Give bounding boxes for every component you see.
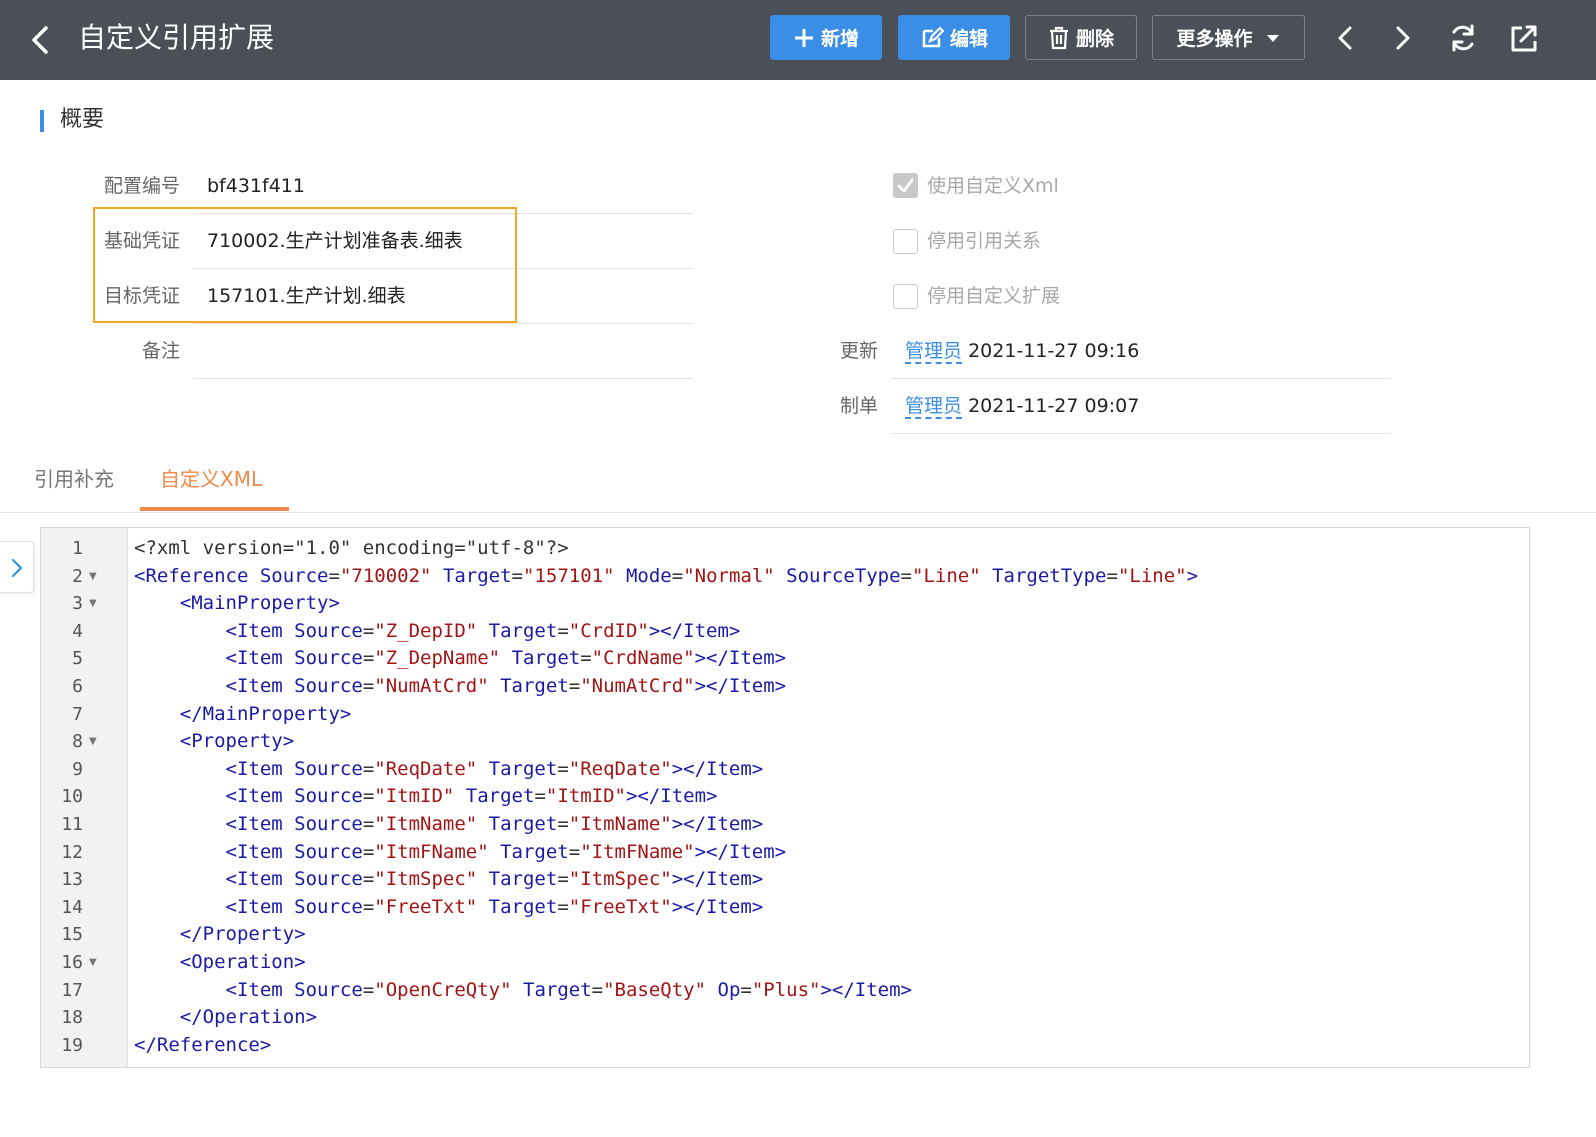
target-voucher-label: 目标凭证 bbox=[103, 285, 180, 307]
page-title: 自定义引用扩展 bbox=[78, 21, 275, 54]
created-user-link[interactable]: 管理员 bbox=[905, 395, 963, 419]
code-content[interactable]: <?xml version="1.0" encoding="utf-8"?> <R… bbox=[134, 535, 1198, 1059]
line-number: 11 bbox=[61, 814, 83, 835]
tab-bar: 引用补充 自定义XML bbox=[0, 455, 1596, 513]
code-line: <Item Source="ItmFName" Target="ItmFName… bbox=[225, 840, 787, 863]
code-line: <Item Source="ItmID" Target="ItmID"></It… bbox=[225, 785, 718, 808]
config-no-label: 配置编号 bbox=[103, 175, 180, 197]
more-actions-button[interactable]: 更多操作 bbox=[1152, 15, 1305, 60]
back-arrow-icon[interactable] bbox=[28, 22, 54, 58]
code-line: <Operation> bbox=[179, 950, 306, 973]
top-bar: 自定义引用扩展 新增 编辑 删除 更多操作 bbox=[0, 0, 1596, 80]
previous-icon[interactable] bbox=[1328, 20, 1362, 56]
disable-reference-label: 停用引用关系 bbox=[927, 230, 1042, 252]
line-number: 14 bbox=[61, 896, 83, 918]
code-line: </Property> bbox=[179, 923, 306, 946]
line-number: 3 bbox=[72, 593, 83, 615]
created-label: 制单 bbox=[839, 395, 878, 417]
trash-icon bbox=[1049, 26, 1068, 49]
edit-button-label: 编辑 bbox=[949, 28, 988, 50]
line-number: 12 bbox=[61, 841, 83, 863]
add-button-label: 新增 bbox=[820, 28, 859, 50]
line-number: 16 bbox=[61, 952, 83, 973]
add-button[interactable]: 新增 bbox=[770, 15, 882, 60]
tab-reference-supplement[interactable]: 引用补充 bbox=[34, 465, 114, 493]
fold-toggle-icon[interactable]: ▼ bbox=[89, 590, 97, 618]
edit-icon bbox=[922, 25, 944, 47]
code-line: <Item Source="OpenCreQty" Target="BaseQt… bbox=[225, 978, 912, 1001]
line-number: 13 bbox=[61, 869, 83, 891]
code-line: <Item Source="Z_DepID" Target="CrdID"></… bbox=[225, 619, 741, 642]
updated-label: 更新 bbox=[839, 340, 878, 362]
code-line: </Operation> bbox=[179, 1006, 318, 1029]
line-number: 9 bbox=[72, 758, 83, 780]
line-number: 4 bbox=[72, 620, 83, 642]
fold-toggle-icon[interactable]: ▼ bbox=[89, 563, 97, 591]
delete-button[interactable]: 删除 bbox=[1025, 15, 1137, 60]
xml-code-editor[interactable]: 1 2 ▼ 3 ▼ 4 5 6 7 8 ▼ 9 10 11 12 13 14 15 16 ▼ 17 18 19 <?xml … bbox=[40, 527, 1530, 1068]
use-custom-xml-checkbox[interactable] bbox=[893, 173, 918, 198]
base-voucher-field[interactable]: 710002.生产计划准备表.细表 bbox=[193, 227, 693, 269]
code-line: </MainProperty> bbox=[179, 702, 352, 725]
disable-custom-ext-label: 停用自定义扩展 bbox=[927, 285, 1061, 307]
line-number: 2 bbox=[72, 565, 83, 587]
line-number: 10 bbox=[61, 786, 83, 808]
fold-toggle-icon[interactable]: ▼ bbox=[89, 949, 97, 977]
overview-section-title: 概要 bbox=[40, 105, 104, 135]
code-line: </Reference> bbox=[134, 1033, 272, 1056]
base-voucher-label: 基础凭证 bbox=[103, 230, 180, 252]
line-number: 8 bbox=[72, 731, 83, 753]
chevron-right-icon bbox=[11, 558, 23, 578]
disable-custom-ext-checkbox[interactable] bbox=[893, 284, 918, 309]
remark-label: 备注 bbox=[141, 340, 180, 362]
code-line: <Reference Source="710002" Target="15710… bbox=[134, 564, 1199, 587]
share-icon[interactable] bbox=[1506, 20, 1540, 56]
edit-button[interactable]: 编辑 bbox=[898, 15, 1010, 60]
fold-toggle-icon[interactable]: ▼ bbox=[89, 728, 97, 756]
next-icon[interactable] bbox=[1386, 20, 1420, 56]
target-voucher-field[interactable]: 157101.生产计划.细表 bbox=[193, 282, 693, 324]
caret-down-icon bbox=[1266, 34, 1279, 42]
line-number: 6 bbox=[72, 676, 83, 697]
code-line: <Item Source="FreeTxt" Target="FreeTxt">… bbox=[225, 895, 764, 918]
line-number: 17 bbox=[61, 979, 83, 1001]
code-line: <MainProperty> bbox=[179, 592, 340, 615]
line-number: 7 bbox=[72, 703, 83, 725]
delete-button-label: 删除 bbox=[1075, 28, 1114, 50]
line-number-gutter: 1 2 ▼ 3 ▼ 4 5 6 7 8 ▼ 9 10 11 12 13 14 15 16 ▼ 17 18 19 bbox=[41, 528, 128, 1067]
updated-time: 2021-11-27 09:16 bbox=[968, 340, 1140, 362]
code-line: <Item Source="Z_DepName" Target="CrdName… bbox=[225, 647, 787, 670]
disable-reference-checkbox[interactable] bbox=[893, 229, 918, 254]
checkmark-icon bbox=[897, 178, 914, 193]
plus-icon bbox=[794, 28, 813, 47]
line-number: 15 bbox=[61, 924, 83, 946]
code-line: <Item Source="NumAtCrd" Target="NumAtCrd… bbox=[225, 674, 787, 697]
updated-user-link[interactable]: 管理员 bbox=[905, 340, 963, 364]
config-no-field[interactable]: bf431f411 bbox=[193, 172, 693, 214]
active-tab-indicator bbox=[140, 507, 289, 511]
remark-field[interactable] bbox=[193, 337, 693, 379]
code-line: <Item Source="ReqDate" Target="ReqDate">… bbox=[225, 757, 764, 780]
line-number: 18 bbox=[61, 1007, 83, 1029]
created-field: 管理员 2021-11-27 09:07 bbox=[891, 392, 1391, 434]
code-line: <?xml version="1.0" encoding="utf-8"?> bbox=[134, 537, 569, 559]
more-actions-label: 更多操作 bbox=[1176, 28, 1253, 50]
code-line: <Item Source="ItmName" Target="ItmName">… bbox=[225, 812, 764, 835]
tab-custom-xml[interactable]: 自定义XML bbox=[160, 465, 262, 493]
updated-field: 管理员 2021-11-27 09:16 bbox=[891, 337, 1391, 379]
refresh-icon[interactable] bbox=[1446, 20, 1480, 56]
line-number: 1 bbox=[72, 538, 83, 559]
line-number: 19 bbox=[61, 1034, 83, 1056]
use-custom-xml-label: 使用自定义Xml bbox=[927, 175, 1059, 197]
code-line: <Item Source="ItmSpec" Target="ItmSpec">… bbox=[225, 868, 764, 891]
sidebar-toggle[interactable] bbox=[0, 541, 34, 593]
created-time: 2021-11-27 09:07 bbox=[968, 395, 1140, 417]
code-line: <Property> bbox=[179, 730, 295, 753]
line-number: 5 bbox=[72, 648, 83, 670]
